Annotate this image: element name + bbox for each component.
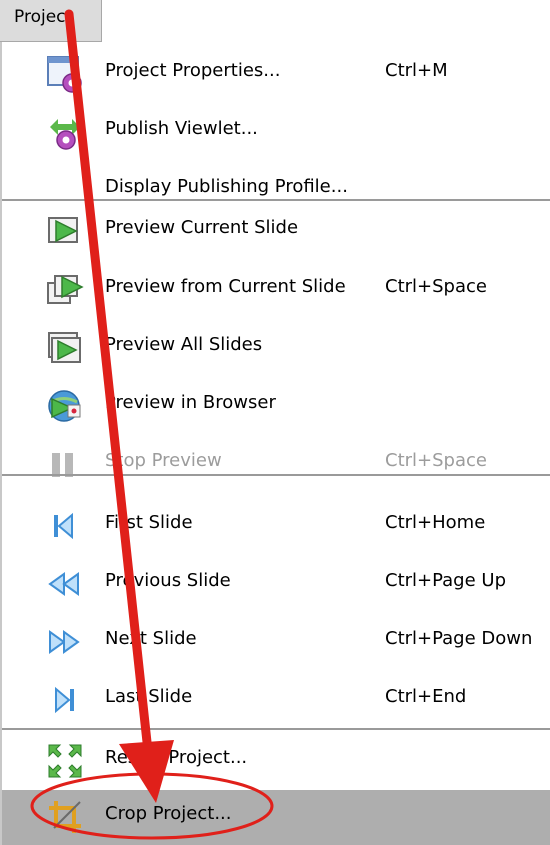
menu-item-label: Next Slide	[105, 628, 197, 649]
preview-from-current-slide-icon	[46, 271, 84, 309]
menu-item-shortcut: Ctrl+M	[385, 60, 448, 81]
menu-item-label: Preview from Current Slide	[105, 276, 346, 297]
menu-item-label: Project Properties...	[105, 60, 281, 81]
menu-item-preview-all-slides[interactable]: Preview All Slides	[2, 319, 550, 377]
menu-item-label: Publish Viewlet...	[105, 118, 258, 139]
menu-item-shortcut: Ctrl+Page Down	[385, 628, 533, 649]
resize-project-icon	[46, 742, 84, 780]
menu-separator	[2, 474, 550, 476]
menu-item-project-properties[interactable]: Project Properties... Ctrl+M	[2, 45, 550, 103]
menu-item-label: Previous Slide	[105, 570, 231, 591]
menu-item-first-slide[interactable]: First Slide Ctrl+Home	[2, 497, 550, 555]
menu-separator	[2, 199, 550, 201]
preview-in-browser-icon	[46, 387, 84, 425]
menu-item-label: Last Slide	[105, 686, 193, 707]
pause-icon	[46, 445, 84, 483]
menu-item-resize-project[interactable]: Resize Project...	[2, 732, 550, 790]
menu-item-label: Preview All Slides	[105, 334, 263, 355]
menu-item-stop-preview[interactable]: Stop Preview Ctrl+Space	[2, 435, 550, 493]
menu-separator	[2, 728, 550, 730]
menu-item-crop-project[interactable]: Crop Project...	[2, 790, 550, 845]
project-menu-dropdown: Project Properties... Ctrl+M Publish Vie…	[0, 42, 550, 845]
project-menu-title[interactable]: Project	[0, 0, 102, 42]
preview-all-slides-icon	[46, 329, 84, 367]
menu-item-label: First Slide	[105, 512, 193, 533]
publish-viewlet-icon	[46, 113, 84, 151]
menu-item-shortcut: Ctrl+Page Up	[385, 570, 507, 591]
last-slide-icon	[46, 681, 84, 719]
menu-item-publish-viewlet[interactable]: Publish Viewlet...	[2, 103, 550, 161]
next-slide-icon	[46, 623, 84, 661]
menu-item-label: Resize Project...	[105, 747, 248, 768]
menu-item-label: Crop Project...	[105, 803, 232, 824]
menu-bar: Project	[0, 0, 550, 43]
menu-item-label: Preview in Browser	[105, 392, 276, 413]
menu-item-preview-current-slide[interactable]: Preview Current Slide	[2, 202, 550, 260]
menu-item-label: Stop Preview	[105, 450, 222, 471]
menu-item-shortcut: Ctrl+Home	[385, 512, 486, 533]
screenshot: Project Project Properties... Ctrl+M Pub…	[0, 0, 550, 845]
first-slide-icon	[46, 507, 84, 545]
menu-item-label: Preview Current Slide	[105, 217, 299, 238]
previous-slide-icon	[46, 565, 84, 603]
crop-project-icon	[46, 798, 84, 836]
menu-item-shortcut: Ctrl+End	[385, 686, 467, 707]
menu-item-last-slide[interactable]: Last Slide Ctrl+End	[2, 671, 550, 729]
menu-item-shortcut: Ctrl+Space	[385, 450, 487, 471]
project-properties-icon	[46, 55, 84, 93]
menu-item-next-slide[interactable]: Next Slide Ctrl+Page Down	[2, 613, 550, 671]
menu-item-shortcut: Ctrl+Space	[385, 276, 487, 297]
menu-item-label: Display Publishing Profile...	[105, 176, 348, 197]
menu-item-preview-from-current-slide[interactable]: Preview from Current Slide Ctrl+Space	[2, 261, 550, 319]
menu-item-preview-in-browser[interactable]: Preview in Browser	[2, 377, 550, 435]
menu-item-previous-slide[interactable]: Previous Slide Ctrl+Page Up	[2, 555, 550, 613]
preview-current-slide-icon	[46, 212, 84, 250]
